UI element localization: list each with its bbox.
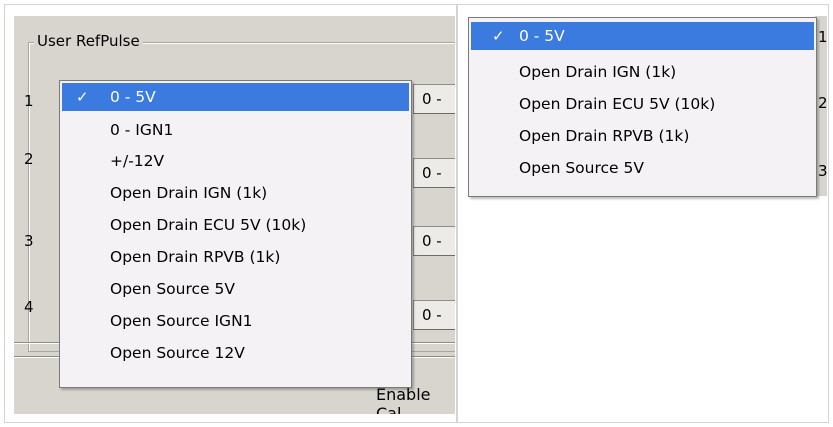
row-number-2: 2 — [24, 150, 34, 168]
menu-item-open-drain-ecu[interactable]: Open Drain ECU 5V (10k) — [469, 90, 816, 118]
voltage-dropdown-menu: ✓ 0 - 5V 0 - IGN1 +/-12V Open Drain IGN … — [59, 80, 412, 388]
row-3-combo-value: 0 - — [422, 232, 442, 250]
row-4-combo-value: 0 - — [422, 306, 442, 324]
voltage-dropdown-menu-short: ✓ 0 - 5V Open Drain IGN (1k) Open Drain … — [468, 17, 817, 197]
menu-item-open-source-12v[interactable]: Open Source 12V — [60, 339, 411, 367]
menu-item-label: Open Source IGN1 — [110, 312, 253, 330]
row-3-combo[interactable]: 0 - — [413, 226, 455, 256]
menu-item-open-source-ign1[interactable]: Open Source IGN1 — [60, 307, 411, 335]
menu-item-label: Open Drain IGN (1k) — [110, 184, 268, 202]
row-4-combo[interactable]: 0 - — [413, 300, 455, 330]
checkmark-icon: ✓ — [76, 88, 89, 106]
row-number-4: 4 — [24, 298, 34, 316]
edge-number-3: 3 — [818, 162, 828, 180]
menu-item-label: Open Drain ECU 5V (10k) — [110, 216, 307, 234]
menu-item-plus-minus-12v[interactable]: +/-12V — [60, 147, 411, 175]
menu-item-label: Open Source 5V — [519, 159, 644, 177]
menu-item-label: 0 - 5V — [110, 88, 156, 106]
checkmark-icon: ✓ — [492, 27, 505, 45]
row-1-combo[interactable]: 0 - — [413, 84, 455, 114]
enable-cal-label[interactable]: Enable Cal — [376, 385, 455, 414]
menu-item-label: 0 - 5V — [519, 27, 565, 45]
menu-item-label: Open Source 5V — [110, 280, 235, 298]
row-2-combo-value: 0 - — [422, 164, 442, 182]
menu-item-0-5v[interactable]: ✓ 0 - 5V — [471, 22, 814, 50]
row-2-combo[interactable]: 0 - — [413, 158, 455, 188]
group-title: User RefPulse — [34, 32, 143, 50]
menu-item-open-drain-rpvb[interactable]: Open Drain RPVB (1k) — [469, 122, 816, 150]
menu-item-label: +/-12V — [110, 152, 165, 170]
menu-item-label: Open Drain RPVB (1k) — [110, 248, 281, 266]
menu-item-open-drain-ign[interactable]: Open Drain IGN (1k) — [60, 179, 411, 207]
menu-item-open-source-5v[interactable]: Open Source 5V — [60, 275, 411, 303]
menu-item-label: 0 - IGN1 — [110, 121, 174, 139]
menu-item-label: Open Source 12V — [110, 344, 245, 362]
edge-number-1: 1 — [818, 28, 828, 46]
edge-number-2: 2 — [818, 94, 828, 112]
row-number-1: 1 — [24, 92, 34, 110]
menu-item-open-source-5v[interactable]: Open Source 5V — [469, 154, 816, 182]
menu-item-label: Open Drain RPVB (1k) — [519, 127, 690, 145]
menu-item-0-5v[interactable]: ✓ 0 - 5V — [62, 83, 409, 111]
menu-item-label: Open Drain IGN (1k) — [519, 63, 677, 81]
menu-item-open-drain-ign[interactable]: Open Drain IGN (1k) — [469, 58, 816, 86]
menu-item-open-drain-rpvb[interactable]: Open Drain RPVB (1k) — [60, 243, 411, 271]
row-number-3: 3 — [24, 232, 34, 250]
menu-item-open-drain-ecu[interactable]: Open Drain ECU 5V (10k) — [60, 211, 411, 239]
menu-item-label: Open Drain ECU 5V (10k) — [519, 95, 716, 113]
row-1-combo-value: 0 - — [422, 90, 442, 108]
menu-item-0-ign1[interactable]: 0 - IGN1 — [60, 116, 411, 144]
